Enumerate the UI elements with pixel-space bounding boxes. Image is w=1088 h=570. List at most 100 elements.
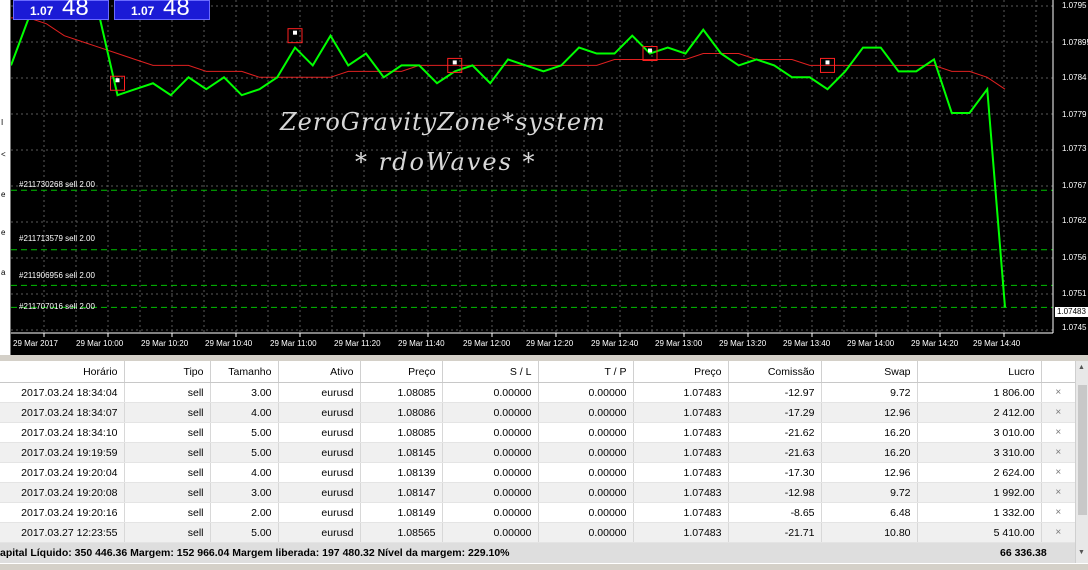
time-axis-label: 29 Mar 11:00 [270, 339, 317, 348]
col-horario[interactable]: Horário [0, 361, 125, 383]
bid-price-small: 1.07 [30, 4, 54, 18]
cell-swap: 16.20 [821, 422, 918, 443]
cell-comissao: -21.62 [728, 422, 822, 443]
bid-price-box[interactable]: 1.07 48 [13, 0, 109, 21]
account-summary: apital Líquido: 350 446.36 Margem: 152 9… [0, 547, 510, 559]
cell-lucro: 3 010.00 [917, 422, 1042, 443]
col-ativo[interactable]: Ativo [278, 361, 361, 383]
col-comissao[interactable]: Comissão [728, 361, 822, 383]
col-tp[interactable]: T / P [538, 361, 634, 383]
table-row[interactable]: 2017.03.24 18:34:07 sell 4.00 eurusd 1.08086… [0, 402, 1075, 423]
cell-tamanho: 4.00 [210, 462, 279, 483]
cell-preco-open: 1.08085 [360, 382, 443, 403]
cell-preco-open: 1.08145 [360, 442, 443, 463]
price-chart[interactable]: I < e e a 1.07 48 1.07 48 ZeroGravityZon… [0, 0, 1088, 355]
table-row[interactable]: 2017.03.24 18:34:04 sell 3.00 eurusd 1.08085… [0, 382, 1075, 403]
scroll-up-icon[interactable]: ▲ [1078, 364, 1085, 371]
time-axis-label: 29 Mar 14:40 [973, 339, 1021, 348]
price-axis-label: 1.0767 [1062, 181, 1087, 190]
cell-tamanho: 2.00 [210, 502, 279, 523]
close-order-icon[interactable]: × [1041, 442, 1075, 463]
cell-swap: 10.80 [821, 522, 918, 543]
close-order-icon[interactable]: × [1041, 382, 1075, 403]
signal-dot [293, 30, 297, 35]
cell-sl: 0.00000 [442, 402, 539, 423]
col-tamanho[interactable]: Tamanho [210, 361, 279, 383]
cell-swap: 12.96 [821, 462, 918, 483]
col-preco-open[interactable]: Preço [360, 361, 443, 383]
close-order-icon[interactable]: × [1041, 482, 1075, 503]
scrollbar-thumb[interactable] [1078, 385, 1087, 515]
cell-preco-current: 1.07483 [633, 382, 729, 403]
cell-comissao: -12.97 [728, 382, 822, 403]
time-axis-label: 29 Mar 12:00 [463, 339, 511, 348]
cell-preco-current: 1.07483 [633, 462, 729, 483]
orders-table: Horário Tipo Tamanho Ativo Preço S / L T… [0, 361, 1075, 543]
close-order-icon[interactable]: × [1041, 522, 1075, 543]
cell-tipo: sell [124, 442, 211, 463]
time-axis-label: 29 Mar 14:20 [911, 339, 959, 348]
col-swap[interactable]: Swap [821, 361, 918, 383]
cell-lucro: 2 412.00 [917, 402, 1042, 423]
price-axis-label: 1.0756 [1062, 253, 1087, 262]
table-row[interactable]: 2017.03.24 19:20:04 sell 4.00 eurusd 1.08139… [0, 462, 1075, 483]
close-order-icon[interactable]: × [1041, 502, 1075, 523]
cell-horario: 2017.03.24 19:20:08 [0, 482, 125, 503]
time-axis-label: 29 Mar 2017 [13, 339, 58, 348]
cell-preco-open: 1.08139 [360, 462, 443, 483]
cell-tipo: sell [124, 482, 211, 503]
price-axis-label: 1.0762 [1062, 216, 1087, 225]
col-close [1041, 361, 1075, 383]
cell-preco-open: 1.08565 [360, 522, 443, 543]
strip-mark-icon: < [1, 150, 6, 159]
price-axis-label: 1.0795 [1062, 1, 1087, 10]
cell-ativo: eurusd [278, 442, 361, 463]
cell-tipo: sell [124, 382, 211, 403]
left-scroll-strip[interactable]: I < e e a [0, 0, 11, 355]
price-axis-label: 1.07895 [1062, 38, 1088, 47]
table-scrollbar[interactable]: ▲ ▼ [1075, 361, 1088, 563]
cell-tipo: sell [124, 502, 211, 523]
cell-comissao: -8.65 [728, 502, 822, 523]
price-axis-label: 1.0745 [1062, 323, 1087, 332]
order-line-label[interactable]: #211713579 sell 2.00 [19, 234, 95, 243]
table-row[interactable]: 2017.03.24 19:20:08 sell 3.00 eurusd 1.08147… [0, 482, 1075, 503]
table-row[interactable]: 2017.03.24 19:19:59 sell 5.00 eurusd 1.08145… [0, 442, 1075, 463]
cell-preco-current: 1.07483 [633, 482, 729, 503]
cell-ativo: eurusd [278, 502, 361, 523]
cell-preco-current: 1.07483 [633, 422, 729, 443]
close-order-icon[interactable]: × [1041, 462, 1075, 483]
cell-lucro: 3 310.00 [917, 442, 1042, 463]
order-line-label[interactable]: #211707016 sell 2.00 [19, 302, 95, 311]
cell-tamanho: 3.00 [210, 482, 279, 503]
cell-swap: 12.96 [821, 402, 918, 423]
time-axis-label: 29 Mar 13:20 [719, 339, 767, 348]
table-row[interactable]: 2017.03.24 19:20:16 sell 2.00 eurusd 1.08149… [0, 502, 1075, 523]
col-preco-current[interactable]: Preço [633, 361, 729, 383]
col-tipo[interactable]: Tipo [124, 361, 211, 383]
price-axis-label: 1.0751 [1062, 289, 1087, 298]
table-row[interactable]: 2017.03.24 18:34:10 sell 5.00 eurusd 1.08085… [0, 422, 1075, 443]
cell-swap: 6.48 [821, 502, 918, 523]
cell-tamanho: 4.00 [210, 402, 279, 423]
cell-ativo: eurusd [278, 462, 361, 483]
col-sl[interactable]: S / L [442, 361, 539, 383]
cell-sl: 0.00000 [442, 482, 539, 503]
cell-tp: 0.00000 [538, 402, 634, 423]
scroll-down-icon[interactable]: ▼ [1078, 549, 1085, 556]
order-line-label[interactable]: #211730268 sell 2.00 [19, 180, 95, 189]
cell-preco-current: 1.07483 [633, 522, 729, 543]
ask-price-box[interactable]: 1.07 48 [114, 0, 210, 21]
watermark-line-2: * rdoWaves * [355, 148, 537, 176]
ask-price-small: 1.07 [131, 4, 155, 18]
col-lucro[interactable]: Lucro [917, 361, 1042, 383]
close-order-icon[interactable]: × [1041, 402, 1075, 423]
order-line-label[interactable]: #211906956 sell 2.00 [19, 271, 95, 280]
close-order-icon[interactable]: × [1041, 422, 1075, 443]
table-header: Horário Tipo Tamanho Ativo Preço S / L T… [0, 361, 1075, 383]
strip-mark-icon: e [1, 190, 6, 199]
signal-dot [115, 78, 120, 83]
strip-mark-icon: a [1, 268, 6, 277]
table-row[interactable]: 2017.03.27 12:23:55 sell 5.00 eurusd 1.08565… [0, 522, 1075, 543]
signal-dot [452, 60, 457, 65]
